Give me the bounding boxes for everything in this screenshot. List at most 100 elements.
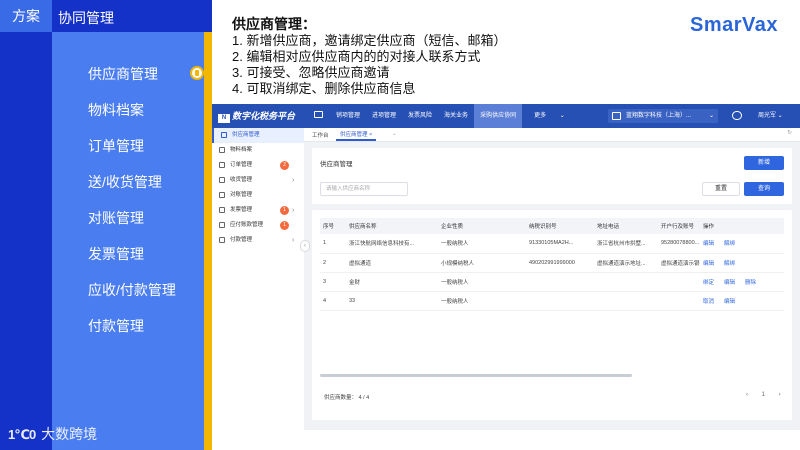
delete-link[interactable]: 删除 [745, 280, 756, 286]
table-cell: 一般纳税人 [438, 234, 526, 254]
table-cell: 小规模纳税人 [438, 253, 526, 273]
slide-nav-item-supplier[interactable]: 供应商管理 [88, 58, 176, 94]
column-header: 企业性质 [438, 218, 526, 234]
tab-fangan[interactable]: 方案 [0, 0, 52, 32]
slide-nav-item-order[interactable]: 订单管理 [88, 130, 176, 166]
sidebar-item-label: 供应商管理 [232, 132, 260, 138]
add-supplier-button[interactable]: 新增 [744, 156, 784, 170]
table-cell: 95280078800... [658, 234, 700, 254]
table-cell [594, 291, 658, 311]
table-cell: 虚拟通道演示地址... [594, 253, 658, 273]
platform-logo[interactable]: N 数字化税务平台 [218, 109, 295, 123]
sidebar-item-label: 应付账款管理 [230, 222, 264, 228]
user-menu[interactable]: 周光军 ⌄ [758, 104, 783, 128]
unbind-link[interactable]: 解绑 [724, 241, 735, 247]
row-actions: 编辑 解绑 [700, 253, 784, 273]
reconcile-icon [219, 192, 225, 198]
chat-icon[interactable] [732, 111, 742, 120]
table-cell: 4 [320, 291, 346, 311]
menu-item-risk[interactable]: 发票风险 [402, 104, 438, 128]
sidebar-item-label: 付款管理 [230, 237, 253, 243]
smarvax-logo: SmarVax [690, 14, 779, 36]
monitor-icon[interactable] [314, 111, 323, 118]
table-cell: 浙江快航网络信息科技有... [346, 234, 438, 254]
query-button[interactable]: 查询 [744, 182, 784, 196]
tabs-dropdown-icon[interactable]: ⌄ [392, 131, 397, 137]
sidebar-item-label: 物料档案 [230, 147, 253, 153]
chevron-down-icon: ⌄ [559, 113, 565, 119]
sidebar-item-reconcile[interactable]: 对账管理 [212, 188, 304, 203]
building-icon [612, 112, 621, 120]
menu-item-input[interactable]: 进项管理 [366, 104, 402, 128]
page-tabs: 工作台 供应商管理 × ⌄ ↻ [304, 128, 800, 142]
supplier-search-input[interactable]: 请输入供应商名称 [320, 182, 408, 196]
horizontal-scrollbar[interactable] [320, 374, 632, 377]
edit-link[interactable]: 编辑 [703, 261, 714, 267]
sidebar-item-supplier[interactable]: 供应商管理 [212, 128, 304, 143]
page-title: 供应商管理 [320, 161, 353, 168]
sidebar-item-label: 发票管理 [230, 207, 253, 213]
supplier-count: 供应商数量： 4 / 4 [324, 395, 370, 401]
slide-nav-item-receivable[interactable]: 应收/付款管理 [88, 274, 176, 310]
menu-item-more[interactable]: 更多 ⌄ [522, 104, 577, 128]
sidebar-collapse-button[interactable]: ‹ [300, 240, 310, 252]
column-header: 地址电话 [594, 218, 658, 234]
description-title: 供应商管理： [232, 16, 316, 32]
table-row: 3 金财 一般纳税人 绑定 编辑 删除 [320, 272, 784, 292]
payable-icon [219, 222, 225, 228]
supplier-table: 序号 供应商名称 企业性质 纳税识别号 地址电话 开户行及账号 操作 1 浙江快… [320, 218, 784, 311]
menu-item-sales[interactable]: 销项管理 [330, 104, 366, 128]
slide-nav-item-reconcile[interactable]: 对账管理 [88, 202, 176, 238]
edit-link[interactable]: 编辑 [703, 241, 714, 247]
sidebar-item-label: 对账管理 [230, 192, 253, 198]
sidebar-item-payment[interactable]: 付款管理 › [212, 233, 304, 248]
tab-xietong-extension [204, 0, 212, 32]
supplier-table-card: 序号 供应商名称 企业性质 纳税识别号 地址电话 开户行及账号 操作 1 浙江快… [312, 210, 792, 420]
table-cell: 浙江省杭州市拱墅... [594, 234, 658, 254]
row-actions: 编辑 解绑 [700, 234, 784, 254]
reset-button[interactable]: 重置 [702, 182, 740, 196]
search-card: 供应商管理 新增 请输入供应商名称 重置 查询 [312, 148, 792, 204]
cancel-link[interactable]: 取消 [703, 299, 714, 305]
table-cell [658, 272, 700, 292]
edit-link[interactable]: 编辑 [724, 280, 735, 286]
tab-xietong[interactable]: 协同管理 [52, 0, 204, 32]
notification-badge: 1 [280, 221, 289, 230]
slide-nav-item-invoice[interactable]: 发票管理 [88, 238, 176, 274]
bind-link[interactable]: 绑定 [703, 280, 714, 286]
sidebar-item-payable[interactable]: 应付账款管理 1 [212, 218, 304, 233]
tab-supplier-management[interactable]: 供应商管理 × [336, 129, 377, 141]
company-selector[interactable]: 蓝翔数字科技（上海）... ⌄ [608, 109, 718, 123]
slide-nav-item-delivery[interactable]: 送/收货管理 [88, 166, 176, 202]
menu-item-customs[interactable]: 海关业务 [438, 104, 474, 128]
slide-nav-item-material[interactable]: 物料档案 [88, 94, 176, 130]
table-cell: 一般纳税人 [438, 272, 526, 292]
refresh-icon[interactable]: ↻ [787, 130, 792, 136]
platform-name: 数字化税务平台 [232, 111, 296, 121]
table-cell: 2 [320, 253, 346, 273]
platform-icon: N [218, 114, 230, 123]
receiving-icon [219, 177, 225, 183]
unbind-link[interactable]: 解绑 [724, 261, 735, 267]
sidebar-item-invoice[interactable]: 发票管理 1 › [212, 203, 304, 218]
brand-mark: 1℃0 [8, 427, 36, 442]
tab-workbench[interactable]: 工作台 [312, 131, 329, 139]
slide-nav-item-payment[interactable]: 付款管理 [88, 310, 176, 346]
table-cell: 虚拟通道 [346, 253, 438, 273]
row-actions: 绑定 编辑 删除 [700, 272, 784, 292]
app-screenshot: N 数字化税务平台 销项管理 进项管理 发票风险 海关业务 采购供应协同 更多 ⌄… [212, 104, 800, 430]
edit-link[interactable]: 编辑 [724, 299, 735, 305]
table-cell [594, 272, 658, 292]
sidebar-item-label: 收货管理 [230, 177, 253, 183]
table-cell: 91330105MA2H... [526, 234, 594, 254]
app-sidebar: 供应商管理 物料档案 订单管理 2 收货管理 › 对账管理 发票管理 1 › 应付账款管… [212, 128, 304, 430]
pagination[interactable]: ‹ 1 › [746, 392, 787, 398]
description-line: 3. 可接受、忽略供应商邀请 [232, 65, 390, 80]
menu-item-procurement[interactable]: 采购供应协同 [474, 104, 523, 128]
table-cell [526, 272, 594, 292]
table-cell: 33 [346, 291, 438, 311]
sidebar-item-material[interactable]: 物料档案 [212, 143, 304, 158]
sidebar-item-receiving[interactable]: 收货管理 › [212, 173, 304, 188]
top-menu: 销项管理 进项管理 发票风险 海关业务 采购供应协同 更多 ⌄ [330, 104, 577, 128]
sidebar-item-order[interactable]: 订单管理 2 [212, 158, 304, 173]
